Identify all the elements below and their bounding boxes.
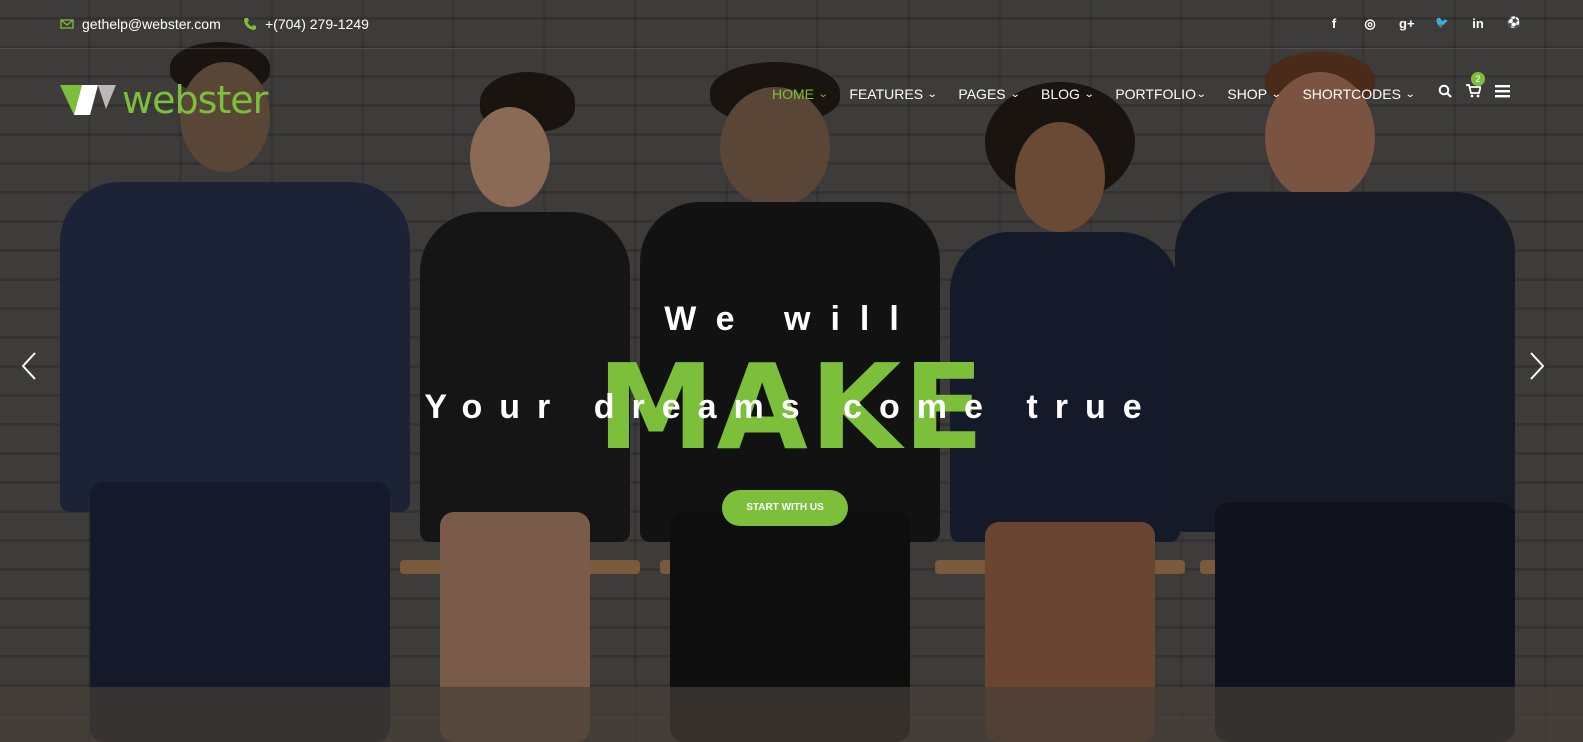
main-nav: HOME ⌄ FEATURES ⌄ PAGES ⌄ BLOG ⌄ PORTFOLIO ⌄ … (772, 86, 1436, 102)
nav-item-home[interactable]: HOME ⌄ (772, 86, 829, 102)
nav-item-features[interactable]: FEATURES ⌄ (849, 86, 938, 102)
cart-count-badge: 2 (1471, 72, 1485, 86)
nav-item-blog[interactable]: BLOG ⌄ (1041, 86, 1095, 102)
nav-label: BLOG (1041, 86, 1080, 102)
cart-icon[interactable]: 2 (1466, 72, 1485, 103)
chevron-down-icon: ⌄ (817, 88, 829, 100)
dribbble-icon[interactable]: ⚽ (1507, 16, 1521, 32)
nav-item-shortcodes[interactable]: SHORTCODES ⌄ (1302, 86, 1416, 102)
nav-label: SHOP (1227, 86, 1268, 102)
nav-icons: 2 (1438, 72, 1511, 103)
email-text: gethelp@webster.com (82, 16, 221, 32)
chevron-down-icon: ⌄ (1270, 88, 1282, 100)
nav-item-portfolio[interactable]: PORTFOLIO ⌄ (1115, 86, 1207, 102)
webster-logo-icon (60, 85, 116, 115)
hero-line-3: Your dreams come true (424, 388, 1159, 426)
chevron-down-icon: ⌄ (1404, 88, 1416, 100)
chevron-down-icon: ⌄ (1195, 88, 1207, 100)
facebook-icon[interactable]: f (1327, 16, 1341, 32)
phone-contact[interactable]: +(704) 279-1249 (243, 16, 369, 32)
nav-item-shop[interactable]: SHOP ⌄ (1227, 86, 1282, 102)
nav-label: HOME (772, 86, 814, 102)
nav-item-pages[interactable]: PAGES ⌄ (958, 86, 1021, 102)
nav-label: PORTFOLIO (1115, 86, 1196, 102)
hero-line-1: We will (664, 300, 919, 338)
top-bar: gethelp@webster.com +(704) 279-1249 f ◎ … (0, 0, 1583, 49)
search-icon[interactable] (1438, 84, 1452, 103)
twitter-icon[interactable]: 🐦 (1435, 16, 1449, 32)
google-plus-icon[interactable]: g+ (1399, 16, 1415, 32)
chevron-down-icon: ⌄ (1083, 88, 1095, 100)
phone-icon (244, 18, 256, 30)
chevron-down-icon: ⌄ (1009, 88, 1021, 100)
instagram-icon[interactable]: ◎ (1363, 16, 1377, 32)
chevron-down-icon: ⌄ (926, 88, 938, 100)
site-logo[interactable]: webster (60, 78, 268, 122)
start-with-us-button[interactable]: START WITH US (722, 490, 848, 526)
social-links: f ◎ g+ 🐦 in ⚽ (1327, 16, 1521, 32)
hamburger-menu-icon[interactable] (1495, 84, 1511, 103)
floor (0, 687, 1583, 742)
logo-text: webster (122, 78, 268, 122)
email-contact[interactable]: gethelp@webster.com (60, 16, 221, 32)
phone-text: +(704) 279-1249 (265, 16, 369, 32)
linkedin-icon[interactable]: in (1471, 16, 1485, 32)
nav-label: FEATURES (849, 86, 924, 102)
nav-label: SHORTCODES (1302, 86, 1401, 102)
envelope-icon (60, 19, 74, 29)
nav-label: PAGES (958, 86, 1006, 102)
